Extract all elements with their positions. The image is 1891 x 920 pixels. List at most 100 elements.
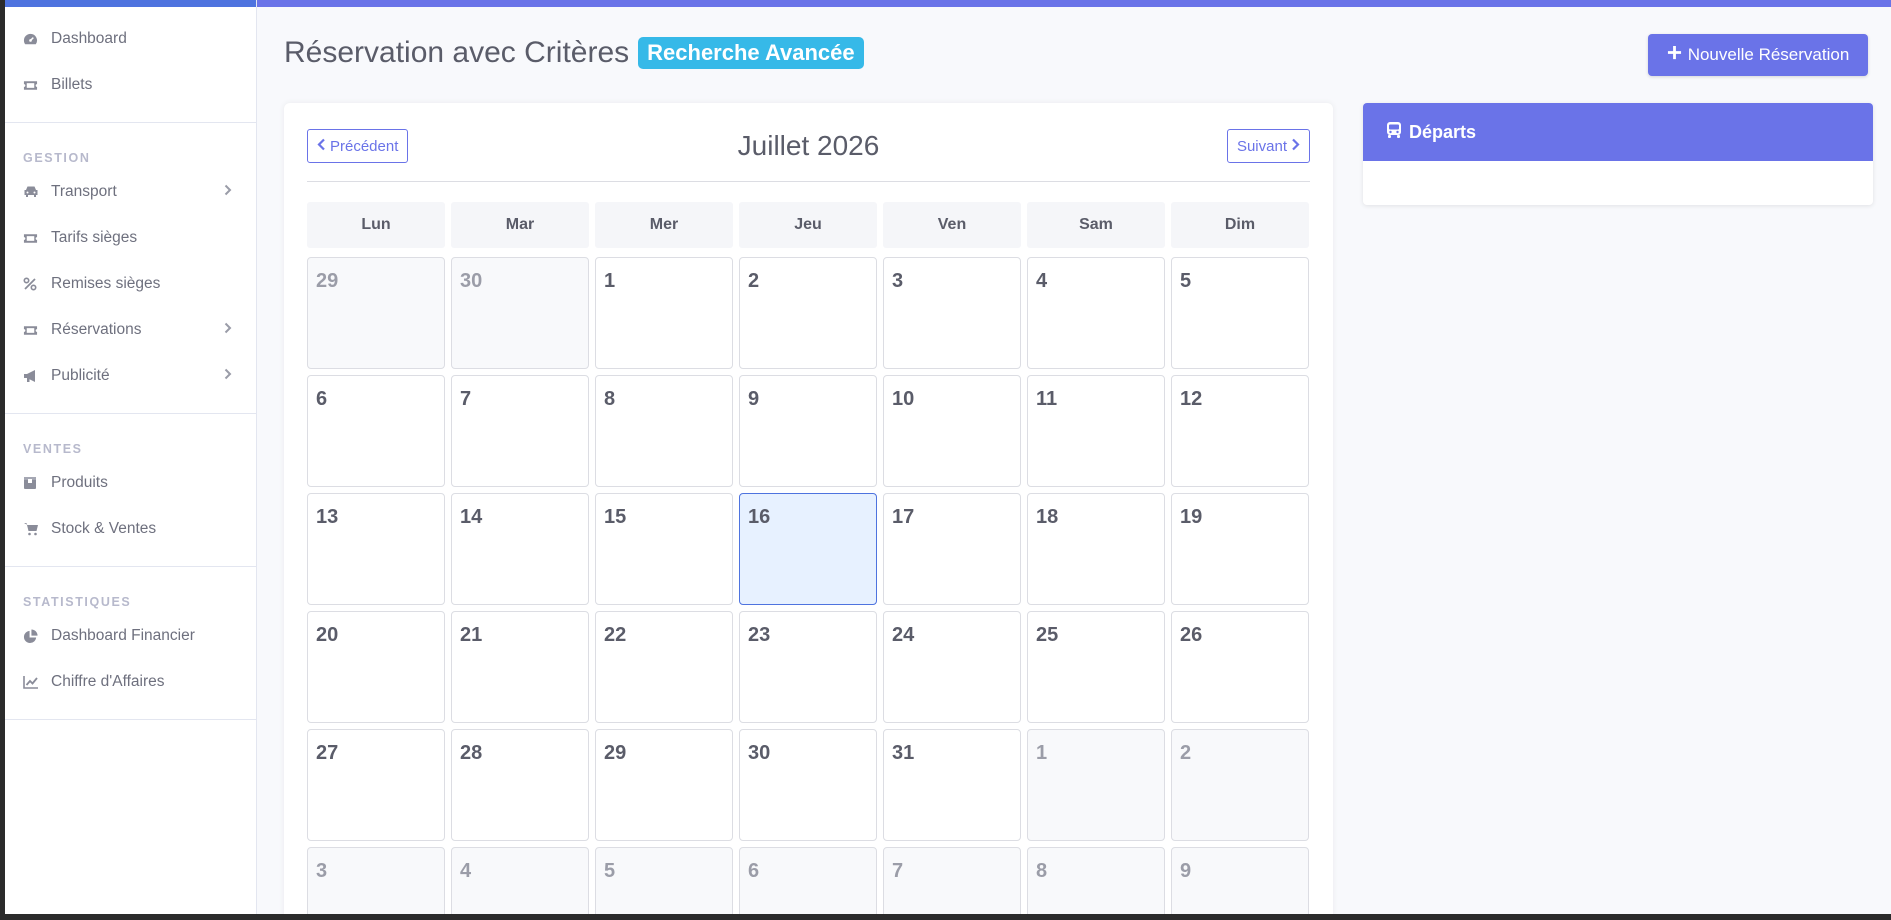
sidebar-item-remises-sieges[interactable]: Remises sièges	[5, 261, 256, 307]
day-number: 28	[460, 742, 483, 764]
weekday-header: Dim	[1171, 202, 1309, 248]
calendar-day[interactable]: 19	[1171, 493, 1309, 605]
calendar-day-other-month[interactable]: 1	[1027, 729, 1165, 841]
day-number: 26	[1180, 624, 1203, 646]
percent-icon	[23, 277, 51, 291]
sidebar-item-reservations[interactable]: Réservations	[5, 307, 256, 353]
calendar-day-other-month[interactable]: 8	[1027, 847, 1165, 914]
sidebar-item-label: Chiffre d'Affaires	[51, 673, 165, 690]
sidebar-gestion-group: Transport Tarifs sièges Remises sièges Rése…	[5, 165, 256, 399]
megaphone-icon	[23, 369, 51, 383]
sidebar-item-chiffre-d-affaires[interactable]: Chiffre d'Affaires	[5, 659, 256, 705]
sidebar-item-label: Tarifs sièges	[51, 229, 138, 246]
calendar-day[interactable]: 29	[595, 729, 733, 841]
day-number: 30	[460, 270, 483, 292]
chevron-right-icon	[224, 183, 232, 201]
sidebar-top-group: Dashboard Billets	[5, 7, 256, 108]
calendar-day[interactable]: 20	[307, 611, 445, 723]
calendar-day[interactable]: 12	[1171, 375, 1309, 487]
car-icon	[23, 185, 51, 199]
calendar-day[interactable]: 17	[883, 493, 1021, 605]
calendar-day[interactable]: 22	[595, 611, 733, 723]
box-icon	[23, 476, 51, 490]
calendar-day[interactable]: 26	[1171, 611, 1309, 723]
gauge-icon	[23, 32, 51, 47]
calendar-day[interactable]: 15	[595, 493, 733, 605]
page-title: Réservation avec Critères	[284, 36, 630, 69]
calendar-day[interactable]: 11	[1027, 375, 1165, 487]
day-number: 31	[892, 742, 915, 764]
calendar-card: Juillet 2026 Précédent Suivant Lun Mar Mer…	[284, 103, 1333, 914]
calendar-day[interactable]: 6	[307, 375, 445, 487]
calendar-day[interactable]: 5	[1171, 257, 1309, 369]
calendar-day[interactable]: 18	[1027, 493, 1165, 605]
calendar-grid: 29 30 1 2 3 4 5 6 7 8 9 10 11 12 13 14 15 16 17 18 19 20 21 22 2…	[307, 257, 1309, 914]
sidebar-item-produits[interactable]: Produits	[5, 460, 256, 506]
sidebar-item-stock-ventes[interactable]: Stock & Ventes	[5, 506, 256, 552]
sidebar-item-publicite[interactable]: Publicité	[5, 353, 256, 399]
next-month-button[interactable]: Suivant	[1226, 129, 1310, 163]
new-reservation-button[interactable]: Nouvelle Réservation	[1648, 34, 1868, 76]
calendar-day-other-month[interactable]: 2	[1171, 729, 1309, 841]
sidebar-item-transport[interactable]: Transport	[5, 169, 256, 215]
weekday-header: Mer	[595, 202, 733, 248]
page-header: Réservation avec Critères Recherche Avan…	[284, 36, 864, 70]
calendar-day[interactable]: 21	[451, 611, 589, 723]
day-number: 12	[1180, 388, 1203, 410]
calendar-day[interactable]: 2	[739, 257, 877, 369]
calendar-day[interactable]: 13	[307, 493, 445, 605]
calendar-day-today[interactable]: 16	[739, 493, 877, 605]
calendar-day[interactable]: 30	[739, 729, 877, 841]
previous-month-button[interactable]: Précédent	[307, 129, 409, 163]
sidebar-item-dashboard[interactable]: Dashboard	[5, 16, 256, 62]
main-content: Réservation avec Critères Recherche Avan…	[257, 0, 1891, 914]
calendar-day[interactable]: 23	[739, 611, 877, 723]
sidebar-item-label: Réservations	[51, 321, 142, 338]
sidebar-item-tarifs-sieges[interactable]: Tarifs sièges	[5, 215, 256, 261]
calendar-day[interactable]: 24	[883, 611, 1021, 723]
day-number: 16	[748, 506, 771, 528]
day-number: 5	[604, 860, 616, 882]
calendar-day-other-month[interactable]: 29	[307, 257, 445, 369]
sidebar-item-label: Publicité	[51, 367, 110, 384]
calendar-day[interactable]: 25	[1027, 611, 1165, 723]
ticket-icon	[23, 79, 51, 92]
sidebar-item-label: Produits	[51, 474, 108, 491]
calendar-day[interactable]: 14	[451, 493, 589, 605]
day-number: 20	[316, 624, 339, 646]
calendar-day[interactable]: 4	[1027, 257, 1165, 369]
day-number: 7	[892, 860, 904, 882]
day-number: 8	[604, 388, 616, 410]
calendar-day-other-month[interactable]: 3	[307, 847, 445, 914]
calendar-day[interactable]: 7	[451, 375, 589, 487]
day-number: 18	[1036, 506, 1059, 528]
departures-header: Départs	[1363, 103, 1873, 161]
new-reservation-label: Nouvelle Réservation	[1687, 45, 1850, 64]
calendar-day-other-month[interactable]: 30	[451, 257, 589, 369]
day-number: 2	[748, 270, 760, 292]
calendar-day-other-month[interactable]: 5	[595, 847, 733, 914]
weekday-header-row: Lun Mar Mer Jeu Ven Sam Dim	[307, 202, 1309, 248]
advanced-search-badge: Recherche Avancée	[638, 37, 864, 69]
calendar-day[interactable]: 9	[739, 375, 877, 487]
calendar-day-other-month[interactable]: 9	[1171, 847, 1309, 914]
sidebar-item-billets[interactable]: Billets	[5, 62, 256, 108]
day-number: 6	[748, 860, 760, 882]
calendar-day[interactable]: 27	[307, 729, 445, 841]
calendar-day-other-month[interactable]: 4	[451, 847, 589, 914]
calendar-day[interactable]: 1	[595, 257, 733, 369]
calendar-day-other-month[interactable]: 6	[739, 847, 877, 914]
calendar-day-other-month[interactable]: 7	[883, 847, 1021, 914]
calendar-day[interactable]: 10	[883, 375, 1021, 487]
sidebar-item-dashboard-financier[interactable]: Dashboard Financier	[5, 613, 256, 659]
day-number: 11	[1036, 388, 1058, 410]
calendar-day[interactable]: 8	[595, 375, 733, 487]
calendar-day[interactable]: 31	[883, 729, 1021, 841]
calendar-day[interactable]: 3	[883, 257, 1021, 369]
bus-icon	[1385, 121, 1403, 144]
weekday-header: Jeu	[739, 202, 877, 248]
sidebar-item-label: Transport	[51, 183, 117, 200]
calendar-day[interactable]: 28	[451, 729, 589, 841]
month-title: Juillet 2026	[737, 130, 880, 161]
day-number: 15	[604, 506, 627, 528]
